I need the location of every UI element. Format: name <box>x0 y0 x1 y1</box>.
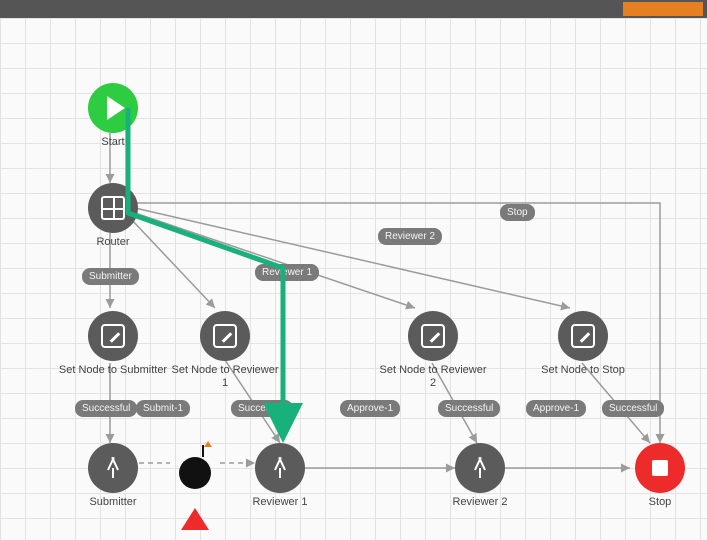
stop-node[interactable] <box>635 443 685 493</box>
start-label: Start <box>58 136 168 149</box>
edit-icon <box>101 324 125 348</box>
start-node[interactable] <box>88 83 138 133</box>
submitter-label: Submitter <box>58 496 168 509</box>
orange-action-button[interactable] <box>623 2 703 16</box>
edge-successful-1: Successful <box>75 400 137 417</box>
set-reviewer1-node[interactable] <box>200 311 250 361</box>
edge-successful-2: Successful <box>231 400 293 417</box>
edge-submit1: Submit-1 <box>136 400 190 417</box>
edit-icon <box>421 324 445 348</box>
set-reviewer2-node[interactable] <box>408 311 458 361</box>
reviewer2-node[interactable] <box>455 443 505 493</box>
edge-successful-3: Successful <box>438 400 500 417</box>
top-toolbar <box>0 0 707 18</box>
stop-icon <box>652 460 668 476</box>
edge-submitter: Submitter <box>82 268 139 285</box>
bomb-icon[interactable] <box>170 443 220 493</box>
fork-icon <box>468 456 492 480</box>
reviewer1-node[interactable] <box>255 443 305 493</box>
set-stop-label: Set Node to Stop <box>528 364 638 377</box>
fork-icon <box>101 456 125 480</box>
reviewer2-label: Reviewer 2 <box>425 496 535 509</box>
set-submitter-node[interactable] <box>88 311 138 361</box>
set-reviewer1-label: Set Node to Reviewer 1 <box>170 364 280 389</box>
stop-label: Stop <box>605 496 707 509</box>
edge-approve1-b: Approve-1 <box>526 400 586 417</box>
edit-icon <box>213 324 237 348</box>
router-label: Router <box>58 236 168 249</box>
router-icon <box>101 196 125 220</box>
edge-successful-4: Successful <box>602 400 664 417</box>
set-submitter-label: Set Node to Submitter <box>58 364 168 377</box>
fork-icon <box>268 456 292 480</box>
edit-icon <box>571 324 595 348</box>
play-icon <box>107 96 125 120</box>
router-node[interactable] <box>88 183 138 233</box>
set-reviewer2-label: Set Node to Reviewer 2 <box>378 364 488 389</box>
breakpoint-marker[interactable] <box>181 508 209 530</box>
edge-reviewer1: Reviewer 1 <box>255 264 319 281</box>
workflow-canvas[interactable]: Start Router Set Node to Submitter Set N… <box>0 18 707 540</box>
submitter-node[interactable] <box>88 443 138 493</box>
set-stop-node[interactable] <box>558 311 608 361</box>
edge-reviewer2: Reviewer 2 <box>378 228 442 245</box>
edge-stop: Stop <box>500 204 535 221</box>
edge-approve1-a: Approve-1 <box>340 400 400 417</box>
reviewer1-label: Reviewer 1 <box>225 496 335 509</box>
